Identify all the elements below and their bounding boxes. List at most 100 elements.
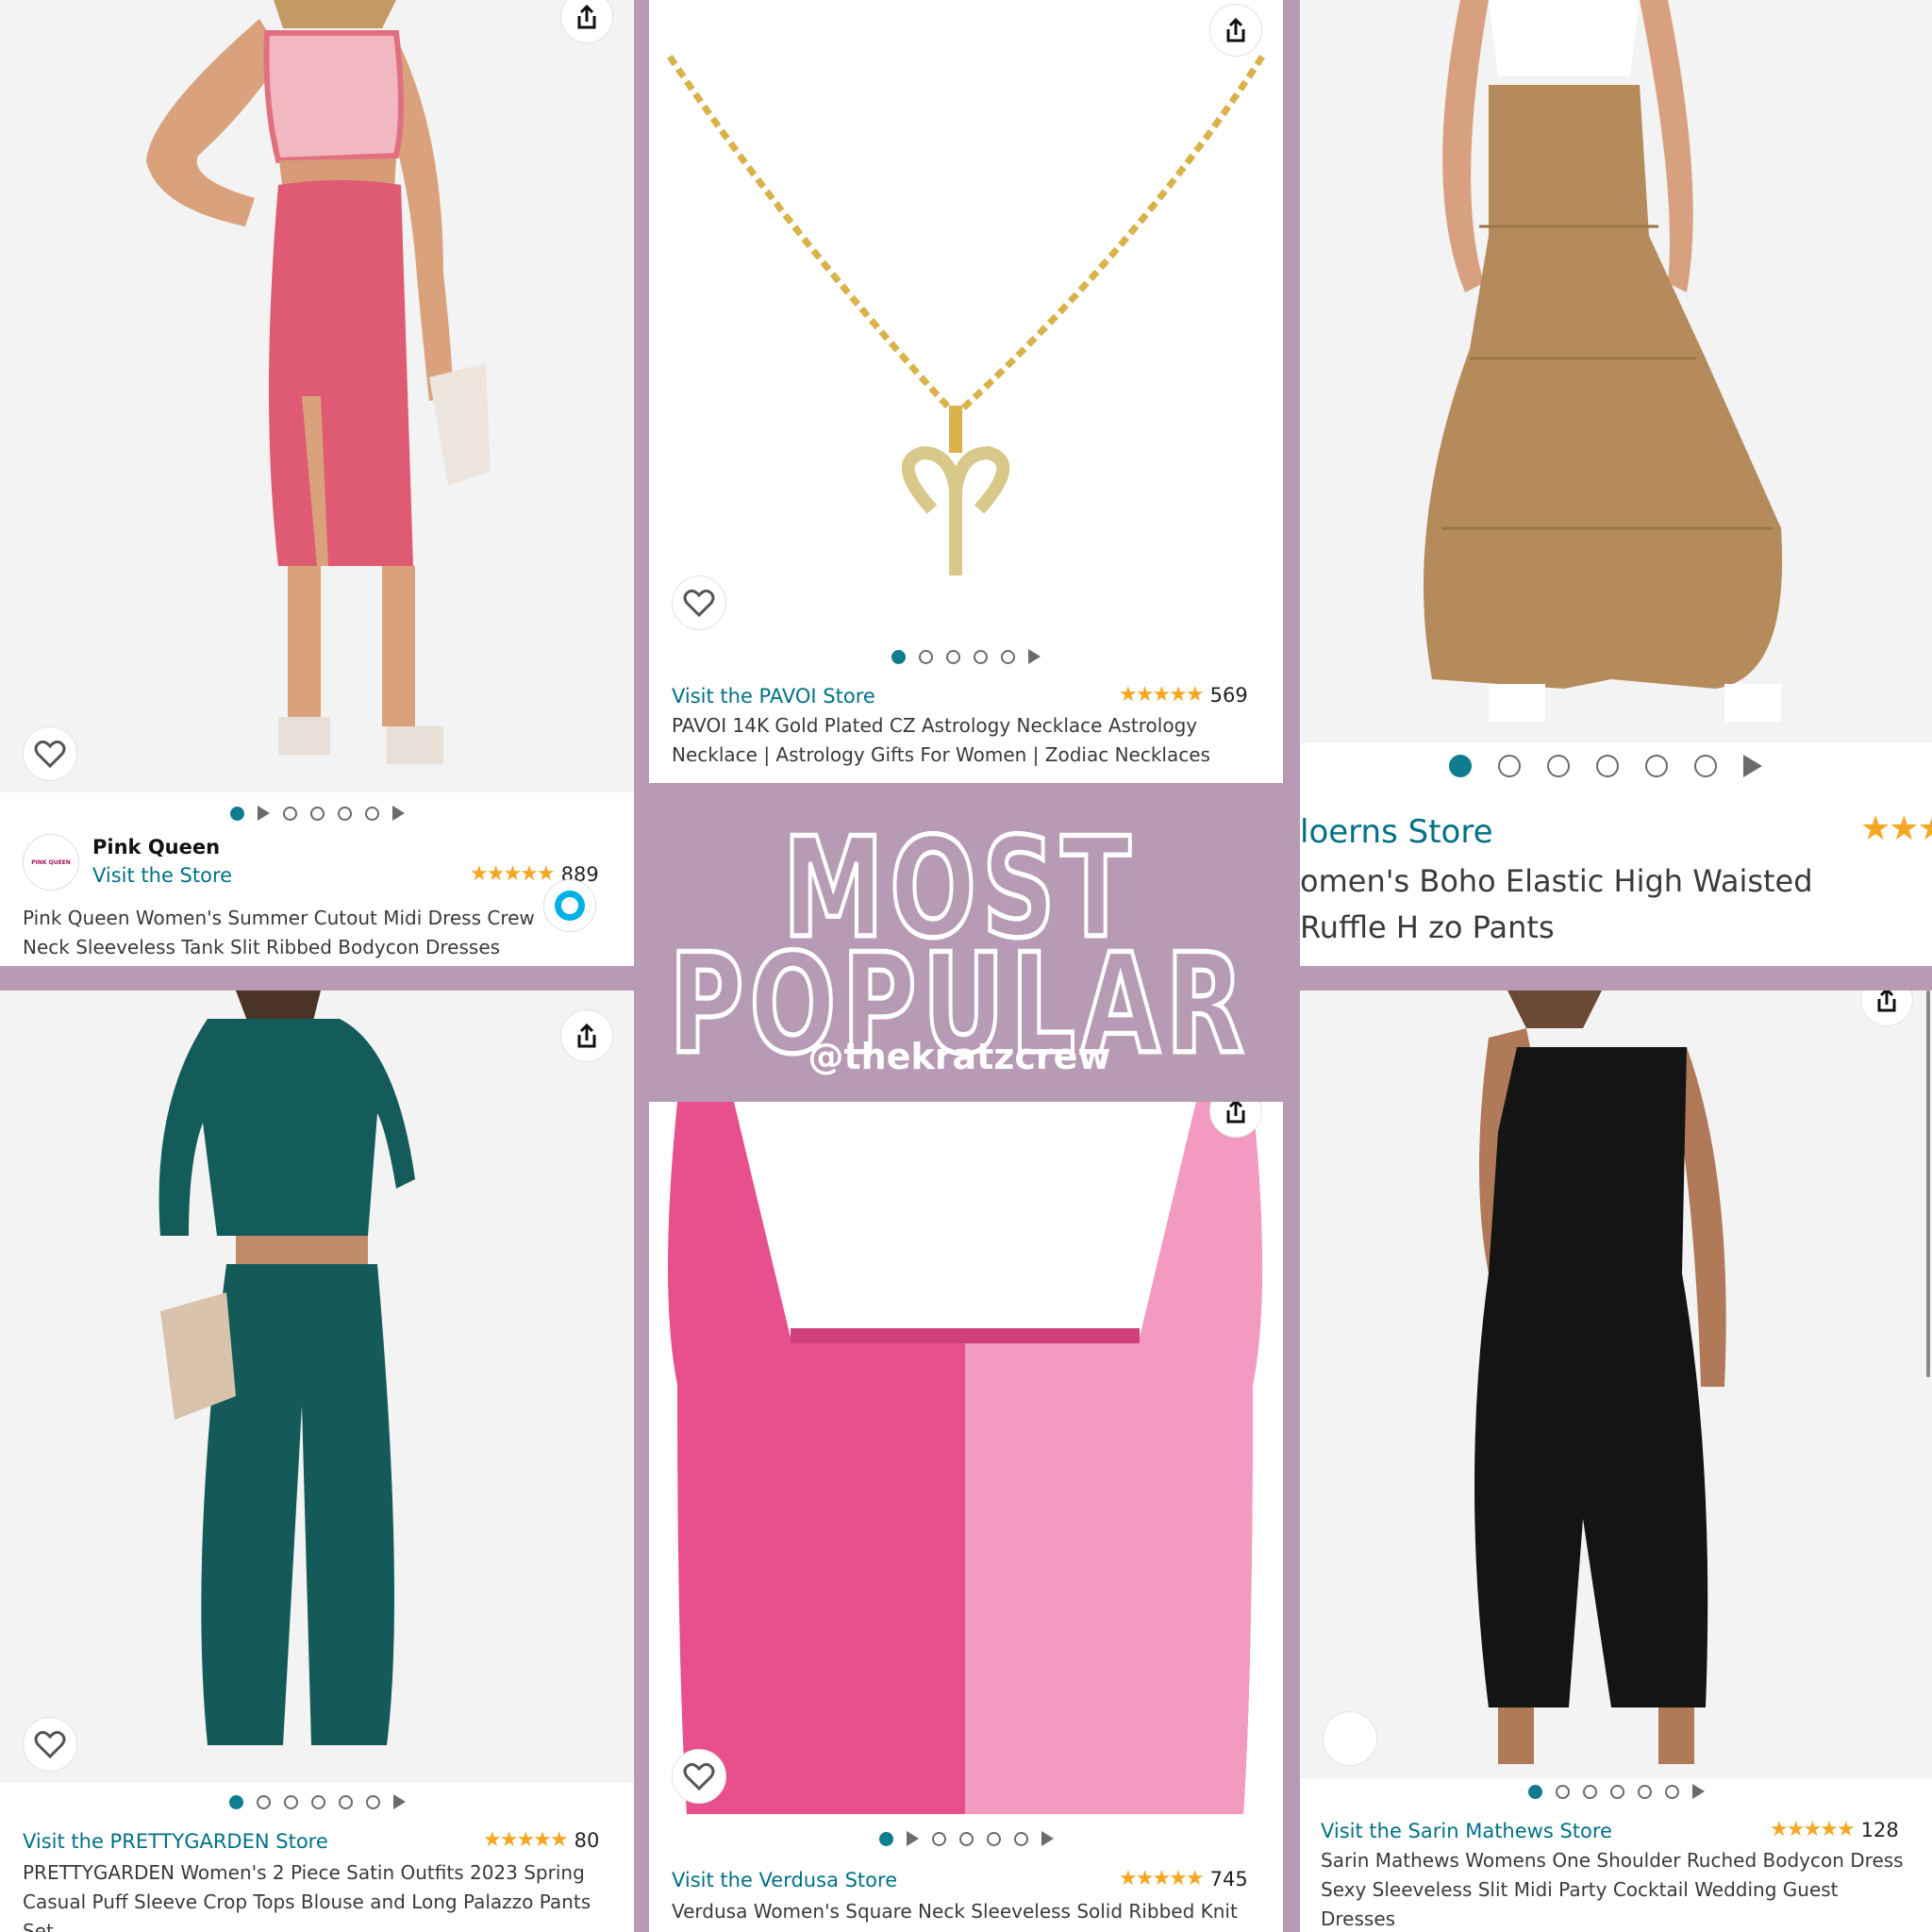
video-play-icon[interactable] (1041, 1831, 1054, 1846)
carousel-dot[interactable] (1637, 1784, 1652, 1799)
rating[interactable]: ★★★★★ 128 (1770, 1818, 1899, 1841)
product-title[interactable]: PRETTYGARDEN Women's 2 Piece Satin Outfi… (23, 1858, 617, 1932)
brand-logo-text: PINK QUEEN (31, 858, 71, 866)
carousel-dot[interactable] (337, 806, 352, 821)
video-play-icon[interactable] (391, 806, 405, 821)
carousel-dot[interactable] (958, 1831, 974, 1846)
product-title[interactable]: Verdusa Women's Square Neck Sleeveless S… (672, 1897, 1238, 1932)
star-rating-icon: ★★★★★ (1860, 809, 1932, 848)
image-carousel-dots[interactable] (1300, 1784, 1932, 1799)
carousel-dot[interactable] (1449, 755, 1472, 777)
share-icon (1226, 17, 1245, 42)
image-carousel-dots[interactable] (0, 806, 634, 821)
carousel-dot[interactable] (891, 649, 906, 664)
video-play-icon[interactable] (392, 1794, 406, 1809)
visit-store-link[interactable]: Visit the PRETTYGARDEN Store (23, 1830, 328, 1853)
rating[interactable]: ★★★★★ 745 (1119, 1867, 1248, 1890)
product-card-satin-set[interactable]: Visit the PRETTYGARDEN Store ★★★★★ 80 PR… (0, 991, 634, 1932)
image-carousel-dots[interactable] (649, 1831, 1283, 1846)
favorite-button[interactable] (672, 1749, 726, 1804)
carousel-dot[interactable] (309, 806, 325, 821)
carousel-dot[interactable] (310, 1794, 325, 1809)
image-carousel-dots[interactable] (0, 1794, 634, 1809)
image-carousel-dots[interactable] (1300, 755, 1932, 777)
carousel-dot[interactable] (1013, 1831, 1028, 1846)
product-image[interactable] (1300, 991, 1932, 1778)
product-title[interactable]: PAVOI 14K Gold Plated CZ Astrology Neckl… (672, 711, 1238, 770)
favorite-button[interactable] (23, 726, 77, 781)
carousel-dot[interactable] (228, 1794, 243, 1809)
carousel-dot[interactable] (931, 1831, 946, 1846)
carousel-dot[interactable] (283, 1794, 298, 1809)
heart-icon (683, 1762, 715, 1791)
brand-logo[interactable]: PINK QUEEN (23, 834, 79, 891)
favorite-button[interactable] (1323, 1711, 1377, 1766)
carousel-dot[interactable] (256, 1794, 271, 1809)
video-play-icon[interactable] (1691, 1784, 1705, 1799)
product-title[interactable]: omen's Boho Elastic High Waisted Ruffle … (1300, 858, 1885, 951)
product-image[interactable] (649, 0, 1283, 641)
product-card-crop-top[interactable]: Visit the Verdusa Store ★★★★★ 745 Verdus… (649, 1102, 1283, 1932)
carousel-dot[interactable] (1001, 649, 1015, 664)
visit-store-link[interactable]: Visit the Sarin Mathews Store (1321, 1820, 1612, 1842)
video-play-icon[interactable] (1743, 755, 1762, 777)
carousel-dot[interactable] (1527, 1784, 1542, 1799)
product-image[interactable] (0, 991, 634, 1783)
image-carousel-dots[interactable] (649, 649, 1283, 664)
product-image[interactable] (0, 0, 634, 792)
satin-set-photo (0, 991, 634, 1783)
carousel-dot[interactable] (1664, 1784, 1679, 1799)
product-card-black-dress[interactable]: Visit the Sarin Mathews Store ★★★★★ 128 … (1300, 991, 1932, 1932)
carousel-dot[interactable] (1555, 1784, 1570, 1799)
product-title[interactable]: Pink Queen Women's Summer Cutout Midi Dr… (23, 904, 551, 962)
scrollbar[interactable] (1926, 991, 1930, 1377)
carousel-dot[interactable] (229, 806, 244, 821)
video-play-icon[interactable] (906, 1831, 919, 1846)
product-card-boho-pants[interactable]: loerns Store ★★★★★ omen's Boho Elastic H… (1300, 0, 1932, 966)
star-rating-icon: ★★★★★ (1770, 1818, 1856, 1841)
visit-store-link[interactable]: Visit the PAVOI Store (672, 685, 875, 708)
carousel-dot[interactable] (364, 806, 379, 821)
share-button[interactable] (560, 1009, 613, 1062)
product-image[interactable] (649, 1102, 1283, 1814)
carousel-dot[interactable] (986, 1831, 1001, 1846)
share-button[interactable] (1209, 4, 1262, 57)
share-icon (1877, 991, 1896, 1012)
favorite-button[interactable] (23, 1717, 77, 1772)
product-image[interactable] (1300, 0, 1932, 743)
carousel-dot[interactable] (1582, 1784, 1597, 1799)
carousel-dot[interactable] (282, 806, 297, 821)
star-rating-icon: ★★★★★ (483, 1828, 569, 1852)
rating[interactable]: ★★★★★ (1860, 809, 1932, 848)
carousel-dot[interactable] (974, 649, 988, 664)
dress-photo (0, 0, 634, 792)
pants-photo (1300, 0, 1932, 743)
visit-store-link[interactable]: loerns Store (1300, 813, 1492, 851)
product-info: Visit the Sarin Mathews Store ★★★★★ 128 … (1300, 1778, 1932, 1932)
carousel-dot[interactable] (919, 649, 933, 664)
video-play-icon[interactable] (257, 806, 270, 821)
rating[interactable]: ★★★★★ 569 (1119, 683, 1248, 707)
favorite-button[interactable] (672, 575, 726, 630)
carousel-dot[interactable] (1498, 755, 1521, 777)
carousel-dot[interactable] (365, 1794, 380, 1809)
carousel-dot[interactable] (946, 649, 960, 664)
carousel-dot[interactable] (1694, 755, 1717, 777)
product-title[interactable]: Sarin Mathews Womens One Shoulder Ruched… (1321, 1846, 1915, 1932)
carousel-dot[interactable] (338, 1794, 353, 1809)
carousel-dot[interactable] (1547, 755, 1570, 777)
product-card-pink-dress[interactable]: PINK QUEEN Pink Queen Visit the Store ★★… (0, 0, 634, 966)
visit-store-link[interactable]: Visit the Store (92, 864, 232, 887)
brand-name[interactable]: Pink Queen (92, 836, 220, 858)
rating[interactable]: ★★★★★ 80 (483, 1828, 599, 1852)
share-icon (577, 1023, 596, 1048)
carousel-dot[interactable] (1596, 755, 1619, 777)
carousel-dot[interactable] (1645, 755, 1668, 777)
carousel-dot[interactable] (878, 1831, 893, 1846)
carousel-dot[interactable] (1609, 1784, 1624, 1799)
visit-store-link[interactable]: Visit the Verdusa Store (672, 1869, 897, 1891)
product-info: PINK QUEEN Pink Queen Visit the Store ★★… (0, 792, 634, 966)
video-play-icon[interactable] (1028, 649, 1041, 664)
alexa-button[interactable] (543, 879, 596, 932)
product-card-necklace[interactable]: Visit the PAVOI Store ★★★★★ 569 PAVOI 14… (649, 0, 1283, 783)
